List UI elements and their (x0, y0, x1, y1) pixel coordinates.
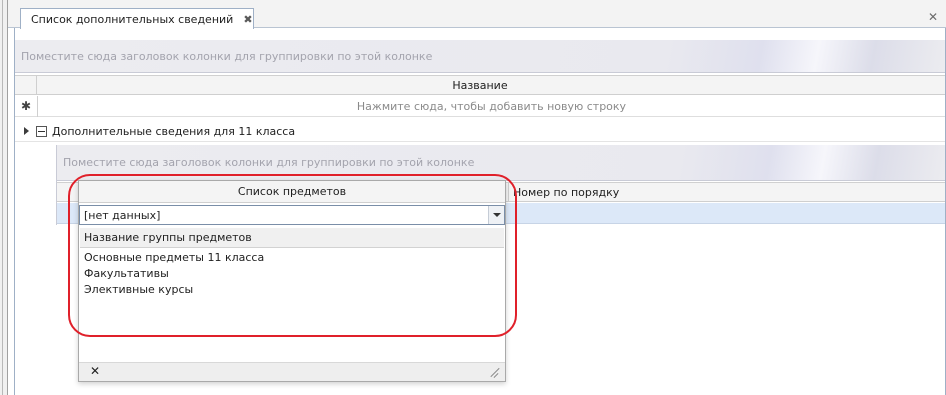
column-header-name[interactable]: Название (15, 75, 945, 95)
column-header-order-number[interactable]: Номер по порядку (508, 182, 945, 202)
resize-grip-icon[interactable] (488, 366, 500, 378)
popup-footer (79, 362, 505, 381)
master-row[interactable]: Дополнительные сведения для 11 класса (15, 121, 945, 142)
group-by-panel[interactable]: Поместите сюда заголовок колонки для гру… (15, 40, 945, 73)
current-row-indicator-icon (24, 127, 29, 135)
column-header-label: Название (452, 78, 508, 92)
detail-group-by-hint: Поместите сюда заголовок колонки для гру… (63, 156, 475, 169)
new-row-hint: Нажмите сюда, чтобы добавить новую строк… (356, 99, 627, 113)
red-highlight-outline (68, 174, 517, 337)
panel-close-icon[interactable]: ✕ (926, 10, 940, 24)
group-by-hint: Поместите сюда заголовок колонки для гру… (21, 49, 433, 63)
new-item-row[interactable]: ✱ Нажмите сюда, чтобы добавить новую стр… (15, 95, 945, 117)
column-header-order-label: Номер по порядку (513, 185, 620, 199)
collapse-toggle-icon[interactable] (36, 125, 47, 137)
row-indicator-header (15, 75, 37, 95)
tab-close-icon[interactable]: ✖ (243, 13, 252, 26)
left-dock-rail (0, 0, 8, 395)
tab-document-list[interactable]: Список дополнительных сведений ✖ (20, 8, 254, 29)
popup-close-icon[interactable]: ✕ (90, 365, 102, 377)
new-row-asterisk-icon: ✱ (15, 95, 38, 117)
tab-title: Список дополнительных сведений (31, 12, 234, 26)
master-row-label: Дополнительные сведения для 11 класса (52, 124, 296, 138)
